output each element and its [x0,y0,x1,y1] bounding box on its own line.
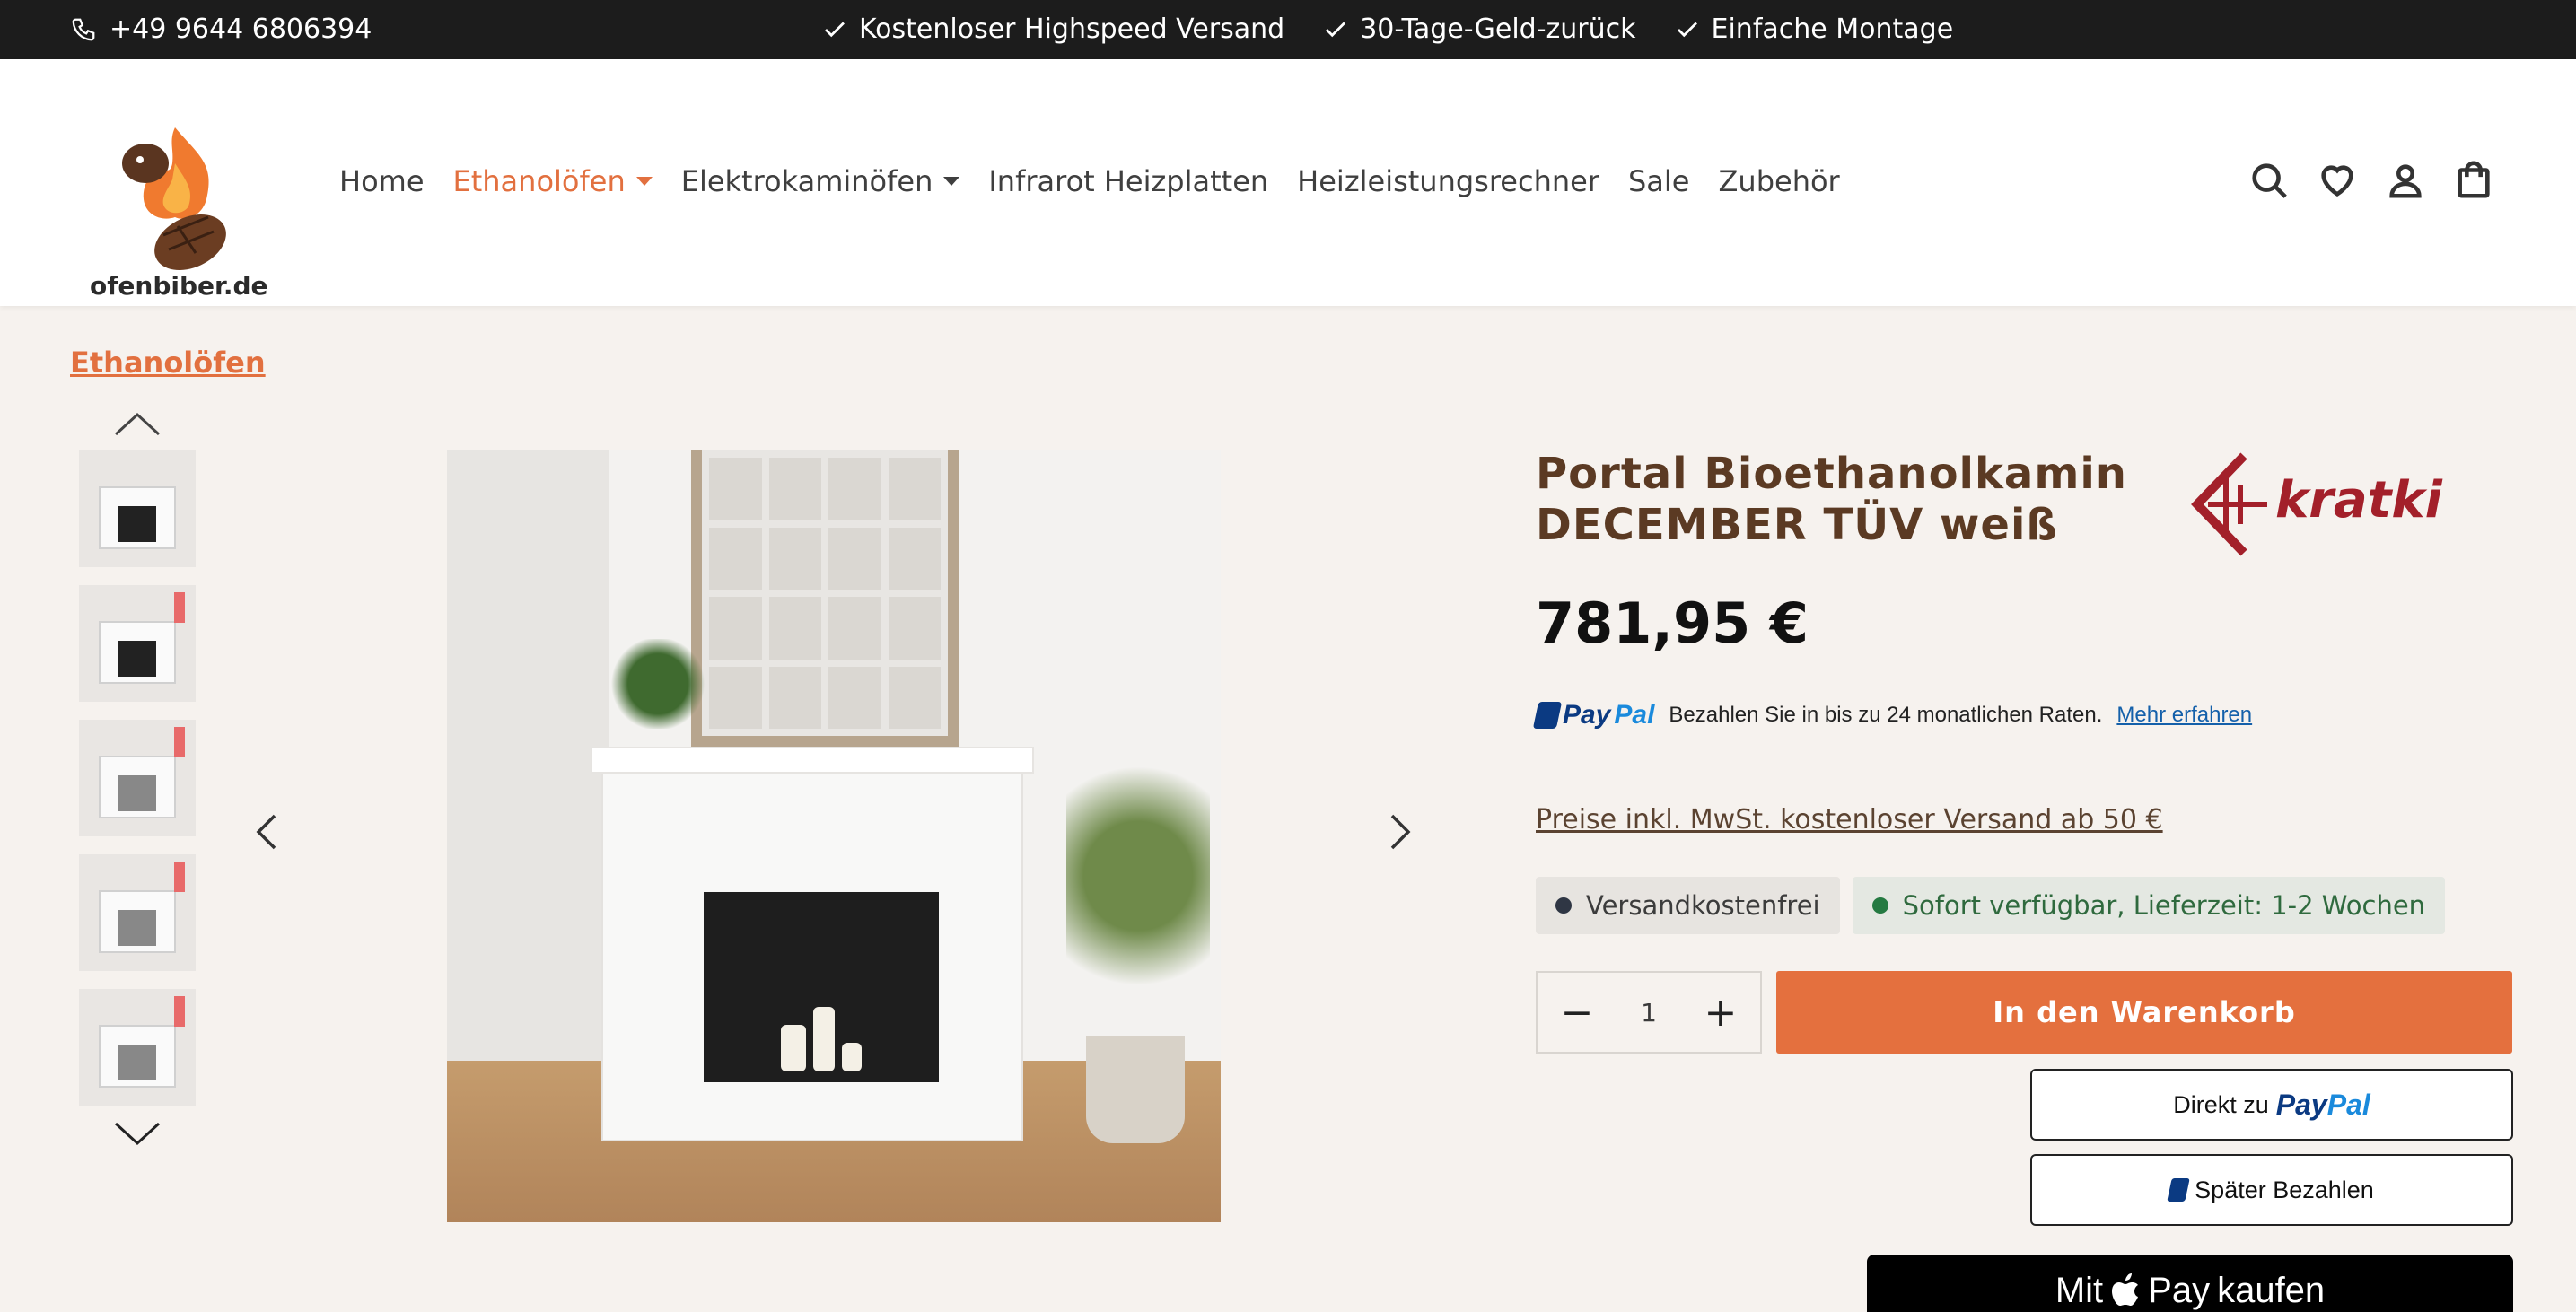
search-icon[interactable] [2248,160,2290,201]
paypal-wordmark: PayPal [2275,1088,2370,1121]
site-logo[interactable]: ofenbiber.de [90,109,268,316]
check-icon [1677,22,1697,37]
paypal-direct-button[interactable]: Direkt zu PayPal [2030,1069,2513,1141]
thumbnail[interactable] [79,450,196,567]
phone-number: +49 9644 6806394 [110,13,372,45]
product-price: 781,95 € [1536,590,1809,656]
paypal-installments-text: Bezahlen Sie in bis zu 24 monatlichen Ra… [1669,703,2103,727]
apple-pay-word: Pay [2148,1270,2211,1310]
nav-item-sale[interactable]: Sale [1628,164,1690,198]
kratki-logo-icon: kratki [2191,452,2443,556]
usp-label: 30-Tage-Geld-zurück [1360,13,1636,45]
apple-logo-icon [2112,1273,2139,1306]
check-icon [825,22,845,37]
thumbnail[interactable] [79,854,196,971]
shipping-badge: Versandkostenfrei [1536,877,1840,934]
paypal-direct-label: Direkt zu [2173,1090,2269,1118]
add-to-cart-button[interactable]: In den Warenkorb [1776,971,2512,1054]
thumbnail-down-icon[interactable] [112,1120,162,1147]
thumbnail[interactable] [79,585,196,702]
nav-item-ethanoloefen[interactable]: Ethanolöfen [453,164,653,198]
thumbnail[interactable] [79,720,196,836]
usp-item: Kostenloser Highspeed Versand [821,13,1284,45]
paypal-logo: Pay Pal [1532,700,1655,730]
thumbnail-up-icon[interactable] [112,411,162,438]
stock-badge: Sofort verfügbar, Lieferzeit: 1-2 Wochen [1852,877,2446,934]
availability-badges: Versandkostenfrei Sofort verfügbar, Lief… [1536,877,2446,934]
thumbnail[interactable] [79,989,196,1106]
paypal-later-label: Später Bezahlen [2195,1176,2374,1203]
cart-bag-icon[interactable] [2453,160,2494,201]
brand-logo[interactable]: kratki [2190,449,2513,560]
apple-pay-button[interactable]: Mit Pay kaufen [1867,1255,2513,1312]
paypal-more-link[interactable]: Mehr erfahren [2116,703,2252,728]
nav-label: Elektrokaminöfen [680,164,933,198]
usp-label: Kostenloser Highspeed Versand [859,13,1285,45]
usp-list: Kostenloser Highspeed Versand 30-Tage-Ge… [821,13,1953,45]
nav-label: Home [339,164,425,198]
breadcrumb-ethanoloefen[interactable]: Ethanolöfen [70,345,266,380]
usp-item: Einfache Montage [1674,13,1954,45]
paypal-logo-pal: Pal [1614,700,1655,730]
check-icon [1326,22,1346,37]
mirror-image-detail [691,450,959,747]
apple-pay-prefix: Mit [2055,1270,2104,1310]
status-dot-icon [1555,897,1572,914]
phone-icon [72,18,95,40]
quantity-value[interactable]: 1 [1641,998,1657,1028]
usp-item: 30-Tage-Geld-zurück [1322,13,1636,45]
paypal-p-icon [1532,702,1563,729]
minus-icon[interactable]: − [1559,990,1595,1036]
account-icon[interactable] [2385,160,2426,201]
quantity-stepper: − 1 + [1536,971,1762,1054]
thumbnail-list [79,450,196,1124]
product-main-image[interactable] [447,450,1221,1222]
paypal-pay-later-button[interactable]: Später Bezahlen [2030,1154,2513,1226]
previous-image-arrow-icon[interactable] [253,812,280,852]
next-image-arrow-icon[interactable] [1387,812,1414,852]
brand-name: kratki [2275,471,2443,529]
main-nav: Home Ethanolöfen Elektrokaminöfen Infrar… [339,164,1840,198]
wishlist-heart-icon[interactable] [2317,160,2358,201]
nav-label: Heizleistungsrechner [1297,164,1599,198]
apple-pay-suffix: kaufen [2217,1270,2326,1310]
product-title: Portal Bioethanolkamin DECEMBER TÜV weiß [1536,449,2127,550]
paypal-p-icon [2167,1178,2190,1202]
nav-label: Sale [1627,164,1690,198]
paypal-logo-pay: Pay [1563,700,1611,730]
tax-shipping-note[interactable]: Preise inkl. MwSt. kostenloser Versand a… [1536,804,2163,835]
nav-item-infrarot-heizplatten[interactable]: Infrarot Heizplatten [988,164,1268,198]
caret-down-icon [943,177,960,186]
paypal-installments: Pay Pal Bezahlen Sie in bis zu 24 monatli… [1532,700,2252,730]
usp-label: Einfache Montage [1711,13,1954,45]
nav-item-heizleistungsrechner[interactable]: Heizleistungsrechner [1297,164,1599,198]
nav-label: Infrarot Heizplatten [988,164,1269,198]
top-bar: +49 9644 6806394 Kostenloser Highspeed V… [0,0,2576,59]
caret-down-icon [635,177,653,186]
header-actions [2248,160,2494,201]
nav-label: Zubehör [1718,164,1840,198]
logo-text: ofenbiber.de [90,271,268,301]
plus-icon[interactable]: + [1703,990,1739,1036]
badge-label: Versandkostenfrei [1586,890,1820,921]
nav-item-home[interactable]: Home [339,164,425,198]
phone-contact[interactable]: +49 9644 6806394 [70,13,372,45]
badge-label: Sofort verfügbar, Lieferzeit: 1-2 Wochen [1902,890,2426,921]
site-header: ofenbiber.de Home Ethanolöfen Elektrokam… [0,59,2576,306]
status-dot-icon [1871,897,1888,914]
beaver-flame-logo-icon [122,127,226,270]
nav-label: Ethanolöfen [452,164,626,198]
nav-item-zubehoer[interactable]: Zubehör [1718,164,1839,198]
nav-item-elektrokaminoefen[interactable]: Elektrokaminöfen [681,164,960,198]
